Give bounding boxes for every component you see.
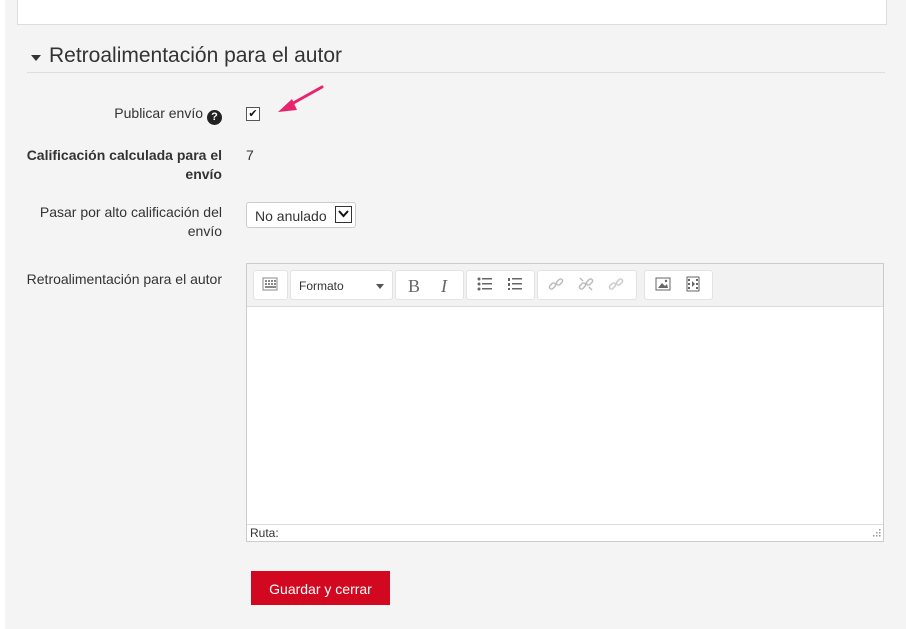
editor-path-bar: Ruta: (247, 524, 883, 541)
toolbar-group-media (644, 270, 713, 300)
toolbar-group-toggle (253, 270, 288, 300)
annotation-arrow-icon (278, 85, 324, 112)
publish-label: Publicar envío? (22, 104, 222, 125)
link-icon[interactable] (546, 276, 566, 296)
publish-label-text: Publicar envío (114, 105, 203, 121)
override-label: Pasar por alto calificación del envío (39, 204, 222, 239)
bold-icon[interactable]: B (404, 276, 424, 296)
format-dropdown[interactable]: Formato (290, 270, 393, 300)
toolbar-group-lists (466, 270, 535, 300)
toolbar-toggle-icon[interactable] (260, 276, 280, 296)
format-label: Formato (299, 279, 344, 293)
unlink-icon[interactable] (576, 276, 596, 296)
section-header[interactable]: Retroalimentación para el autor (27, 44, 885, 73)
feedback-label: Retroalimentación para el autor (26, 271, 222, 287)
calculated-grade-value: 7 (246, 147, 254, 163)
caret-down-icon[interactable] (31, 55, 41, 61)
image-icon[interactable] (653, 276, 673, 296)
resize-handle-icon[interactable] (871, 529, 881, 539)
path-label: Ruta: (250, 526, 279, 540)
question-circle-icon[interactable]: ? (207, 110, 222, 125)
toolbar-group-text: B I (395, 270, 464, 300)
chevron-down-icon[interactable] (335, 206, 352, 223)
override-select-value: No anulado (255, 208, 327, 224)
publish-checkbox[interactable]: ✔ (246, 107, 260, 121)
media-icon[interactable] (683, 276, 703, 296)
override-select[interactable]: No anulado (246, 202, 356, 228)
italic-icon[interactable]: I (434, 276, 454, 296)
toolbar-group-links (537, 270, 637, 300)
feedback-editor[interactable]: Formato B I Ruta: (246, 263, 884, 542)
numbered-list-icon[interactable] (505, 276, 525, 296)
section-title: Retroalimentación para el autor (49, 44, 342, 67)
bullet-list-icon[interactable] (475, 276, 495, 296)
editor-text-area[interactable] (247, 307, 883, 525)
previous-section-box (17, 0, 887, 25)
calculated-grade-label: Calificación calculada para el envío (26, 147, 222, 182)
save-close-button[interactable]: Guardar y cerrar (251, 571, 390, 605)
anchor-icon[interactable] (606, 276, 626, 296)
editor-toolbar: Formato B I (247, 264, 883, 307)
format-caret-icon (376, 284, 384, 289)
